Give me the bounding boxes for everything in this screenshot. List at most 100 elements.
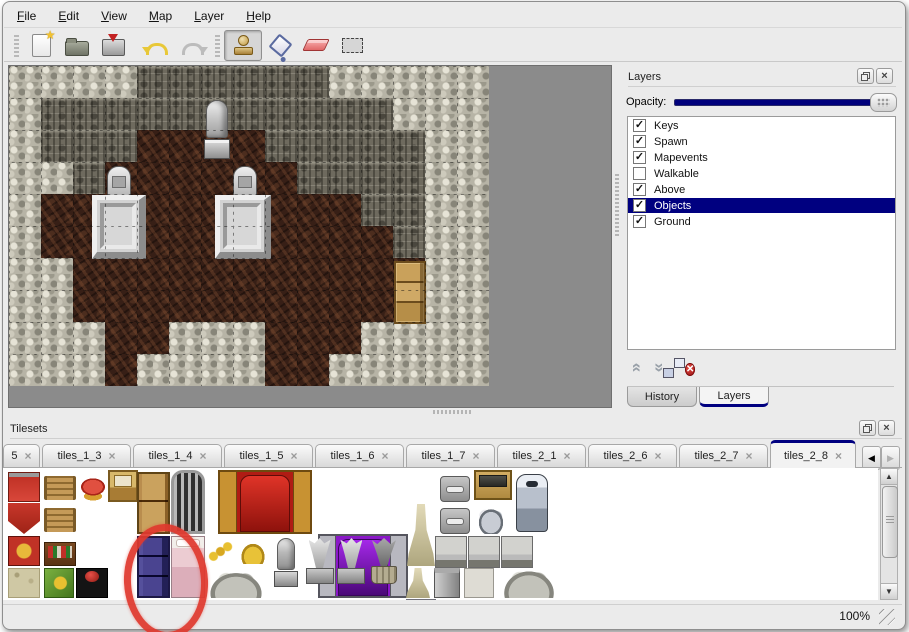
- tileset-tab-tiles_1_6[interactable]: tiles_1_6×: [315, 444, 404, 467]
- tab-close-icon[interactable]: ×: [200, 450, 207, 462]
- layer-row-above[interactable]: ✓Above: [628, 182, 895, 197]
- gold-pile-tile[interactable]: [238, 540, 268, 564]
- menu-edit[interactable]: Edit: [55, 7, 82, 25]
- layer-visibility-checkbox[interactable]: ✓: [633, 119, 646, 132]
- silver-armor-tile[interactable]: [516, 474, 548, 532]
- loom-tile[interactable]: [44, 476, 76, 500]
- red-pouf-tile[interactable]: [78, 476, 108, 502]
- tileset-tab-tiles_1_4[interactable]: tiles_1_4×: [133, 444, 222, 467]
- layer-visibility-checkbox[interactable]: ✓: [633, 199, 646, 212]
- tab-close-icon[interactable]: ×: [835, 450, 842, 462]
- green-flag-tile[interactable]: [44, 568, 74, 598]
- red-throne-tile[interactable]: [218, 470, 312, 534]
- tab-close-icon[interactable]: ×: [746, 450, 753, 462]
- gold-chain-tile[interactable]: [206, 540, 236, 564]
- rect-select-tool-button[interactable]: [334, 31, 370, 60]
- stone-table-tile[interactable]: [435, 536, 467, 568]
- rock-mound-2-tile[interactable]: [498, 566, 560, 598]
- armor-pile-tile[interactable]: [474, 504, 508, 534]
- scroll-up-button[interactable]: ▲: [881, 469, 897, 485]
- stone-table-2-tile[interactable]: [468, 536, 500, 568]
- move-layer-down-button[interactable]: «: [653, 359, 662, 378]
- eraser-tool-button[interactable]: [298, 31, 334, 60]
- menu-layer[interactable]: Layer: [191, 7, 227, 25]
- dock-tab-layers[interactable]: Layers: [699, 387, 769, 407]
- tileset-tab-tiles_1_3[interactable]: tiles_1_3×: [42, 444, 131, 467]
- tab-close-icon[interactable]: ×: [655, 450, 662, 462]
- rock-mound-tile[interactable]: [204, 568, 268, 598]
- tileset-tab-tiles_2_7[interactable]: tiles_2_7×: [679, 444, 768, 467]
- stone-slab-2-tile[interactable]: [440, 508, 470, 534]
- scrollbar-thumb[interactable]: [882, 486, 898, 558]
- save-button[interactable]: [95, 31, 131, 60]
- light-block-tile[interactable]: [464, 568, 494, 598]
- book-bench-tile[interactable]: [44, 542, 76, 566]
- small-obelisk-tile[interactable]: [406, 568, 430, 598]
- red-banner-top-tile[interactable]: [8, 472, 40, 502]
- obelisk-tile[interactable]: [407, 504, 435, 566]
- tileset-tab-tiles_2_6[interactable]: tiles_2_6×: [588, 444, 677, 467]
- layer-visibility-checkbox[interactable]: [633, 167, 646, 180]
- dock-tab-history[interactable]: History: [627, 387, 697, 407]
- float-panel-button[interactable]: [857, 68, 874, 84]
- horizontal-splitter-handle[interactable]: [433, 410, 473, 414]
- eagle-statue-2-tile[interactable]: [336, 536, 367, 598]
- scroll-down-button[interactable]: ▼: [881, 583, 897, 599]
- tab-close-icon[interactable]: ×: [25, 450, 32, 462]
- toolbar-drag-handle[interactable]: [14, 33, 19, 57]
- tan-mat-tile[interactable]: [8, 568, 40, 598]
- tileset-tab-tiles_2_1[interactable]: tiles_2_1×: [497, 444, 586, 467]
- new-button[interactable]: [23, 31, 59, 60]
- menu-map[interactable]: Map: [146, 7, 175, 25]
- resize-grip[interactable]: [879, 609, 895, 625]
- move-layer-up-button[interactable]: «: [633, 359, 642, 378]
- stone-pillar-tile[interactable]: [434, 568, 460, 598]
- black-shelf-tile[interactable]: [76, 568, 108, 598]
- layer-row-objects[interactable]: ✓Objects: [628, 198, 895, 213]
- gargoyle-tile[interactable]: [368, 536, 400, 598]
- vertical-splitter-handle[interactable]: [615, 172, 619, 236]
- menu-view[interactable]: View: [98, 7, 130, 25]
- layer-visibility-checkbox[interactable]: ✓: [633, 135, 646, 148]
- mirror-table-tile[interactable]: [108, 470, 138, 502]
- tab-close-icon[interactable]: ×: [291, 450, 298, 462]
- close-tilesets-button[interactable]: ×: [878, 420, 895, 436]
- opacity-slider[interactable]: [674, 99, 896, 106]
- tileset-tab-tiles_1_7[interactable]: tiles_1_7×: [406, 444, 495, 467]
- tab-close-icon[interactable]: ×: [109, 450, 116, 462]
- crest-banner-tile[interactable]: [8, 536, 40, 566]
- layer-row-mapevents[interactable]: ✓Mapevents: [628, 150, 895, 165]
- tileset-tab-tiles_2_8[interactable]: tiles_2_8×: [770, 440, 856, 468]
- open-button[interactable]: [59, 31, 95, 60]
- map-canvas[interactable]: [9, 66, 489, 386]
- toolbar-drag-handle[interactable]: [215, 33, 220, 57]
- float-tilesets-button[interactable]: [859, 420, 876, 436]
- loom-2-tile[interactable]: [44, 508, 76, 532]
- metal-gate-tile[interactable]: [171, 470, 205, 534]
- delete-layer-button[interactable]: ✕: [685, 359, 695, 377]
- layer-row-keys[interactable]: ✓Keys: [628, 118, 895, 133]
- tileset-tab-tiles_1_5[interactable]: tiles_1_5×: [224, 444, 313, 467]
- menu-file[interactable]: File: [14, 7, 39, 25]
- fill-tool-button[interactable]: [262, 31, 298, 60]
- layer-row-ground[interactable]: ✓Ground: [628, 214, 895, 229]
- undo-button[interactable]: [139, 31, 175, 60]
- red-banner-bottom-tile[interactable]: [8, 503, 40, 534]
- layer-row-spawn[interactable]: ✓Spawn: [628, 134, 895, 149]
- redo-button[interactable]: [175, 31, 211, 60]
- stamp-tool-button[interactable]: [224, 30, 262, 61]
- tan-chest-tile[interactable]: [474, 470, 512, 500]
- layer-visibility-checkbox[interactable]: ✓: [633, 183, 646, 196]
- tileset-tab-5[interactable]: 5×: [3, 444, 40, 467]
- opacity-slider-handle[interactable]: [870, 93, 897, 112]
- close-panel-button[interactable]: ×: [876, 68, 893, 84]
- eagle-statue-tile[interactable]: [304, 536, 335, 598]
- tab-close-icon[interactable]: ×: [473, 450, 480, 462]
- tab-close-icon[interactable]: ×: [564, 450, 571, 462]
- layer-visibility-checkbox[interactable]: ✓: [633, 151, 646, 164]
- stone-table-3-tile[interactable]: [501, 536, 533, 568]
- stone-slab-tile[interactable]: [440, 476, 470, 502]
- tab-close-icon[interactable]: ×: [382, 450, 389, 462]
- layer-row-walkable[interactable]: Walkable: [628, 166, 895, 181]
- menu-help[interactable]: Help: [243, 7, 274, 25]
